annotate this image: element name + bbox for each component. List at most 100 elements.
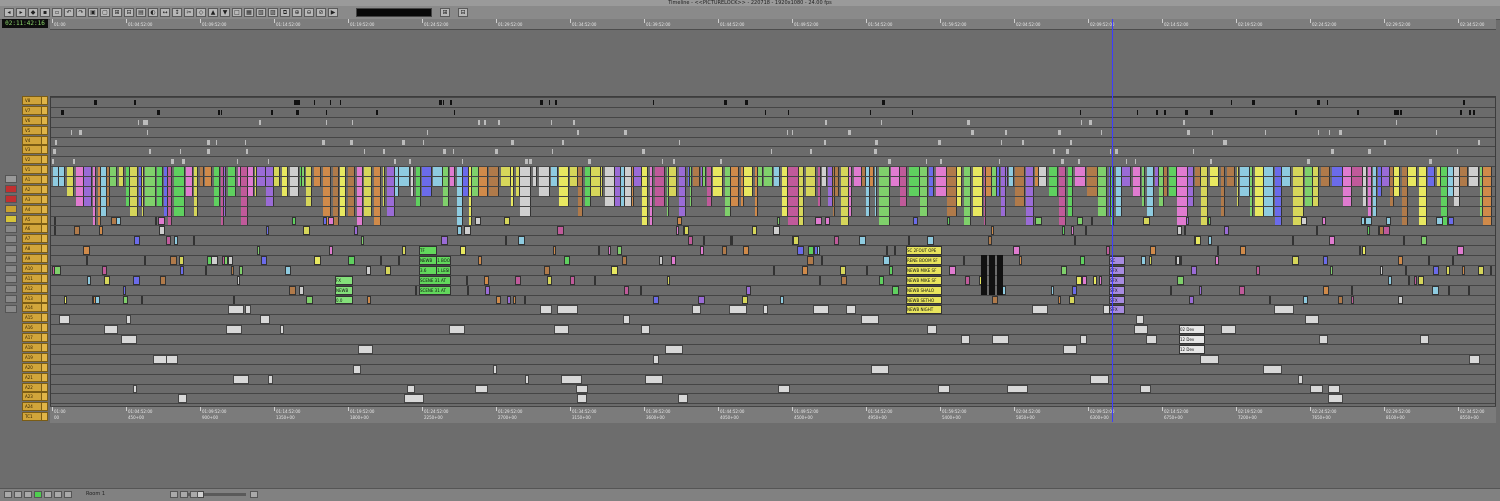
timeline-clip[interactable] [926, 159, 927, 165]
timeline-clip[interactable] [1019, 256, 1022, 265]
timeline-clip[interactable] [642, 196, 648, 206]
bottom-bar-button[interactable] [44, 491, 52, 498]
timeline-clip[interactable] [547, 275, 552, 285]
track-monitor-toggle[interactable] [41, 343, 48, 352]
timeline-clip[interactable] [879, 216, 890, 226]
timeline-clip[interactable] [1022, 139, 1024, 145]
timeline-clip[interactable] [1068, 167, 1073, 177]
timeline-clip[interactable] [1087, 177, 1098, 186]
timeline-clip[interactable] [241, 206, 248, 216]
timeline-clip[interactable] [788, 216, 799, 226]
timeline-clip[interactable] [806, 186, 816, 196]
timeline-clip[interactable] [713, 177, 723, 186]
yellow-clip[interactable]: NEWB MIKE SF [906, 275, 942, 285]
timeline-clip[interactable] [518, 236, 525, 246]
timeline-clip[interactable] [1217, 246, 1219, 256]
timeline-clip[interactable] [1351, 285, 1353, 295]
timeline-clip[interactable] [551, 177, 558, 186]
timeline-clip[interactable] [333, 186, 339, 196]
timeline-clip[interactable] [1212, 129, 1213, 135]
toolbar-button[interactable]: ⊟ [458, 8, 468, 17]
timeline-clip[interactable] [690, 167, 692, 177]
timeline-clip[interactable] [357, 167, 363, 177]
timeline-clip[interactable] [889, 265, 893, 275]
timeline-clip[interactable] [239, 265, 243, 275]
timeline-clip[interactable] [387, 186, 395, 196]
timeline-clip[interactable] [1255, 167, 1264, 177]
timeline-clip[interactable] [404, 394, 424, 404]
timeline-clip[interactable] [93, 216, 96, 226]
timeline-clip[interactable] [642, 177, 648, 186]
bottom-bar-button[interactable] [170, 491, 178, 498]
timeline-clip[interactable] [683, 226, 685, 236]
timeline-clip[interactable] [818, 196, 821, 206]
timeline-clip[interactable] [340, 177, 346, 186]
timeline-clip[interactable] [357, 177, 363, 186]
timeline-clip[interactable] [1159, 196, 1164, 206]
timeline-clip[interactable] [157, 177, 163, 186]
timeline-clip[interactable] [1009, 177, 1014, 186]
timeline-clip[interactable] [1362, 246, 1366, 256]
timeline-clip[interactable] [841, 177, 849, 186]
yellow-clip[interactable]: SC 2FOUT OPE [906, 246, 942, 256]
timeline-clip[interactable] [186, 186, 193, 196]
timeline-clip[interactable] [296, 109, 299, 115]
track-monitor-toggle[interactable] [41, 244, 48, 254]
timeline-clip[interactable] [302, 177, 305, 186]
timeline-clip[interactable] [1026, 177, 1034, 186]
timeline-clip[interactable] [1454, 186, 1460, 196]
timeline-clip[interactable] [1388, 275, 1392, 285]
timeline-clip[interactable] [357, 216, 363, 226]
timeline-clip[interactable] [1255, 177, 1264, 186]
timeline-clip[interactable] [1187, 129, 1190, 135]
timeline-clip[interactable] [143, 119, 146, 125]
timeline-clip[interactable] [1469, 354, 1480, 364]
timeline-clip[interactable] [123, 295, 128, 305]
timeline-clip[interactable] [642, 167, 648, 177]
timeline-clip[interactable] [778, 384, 790, 394]
timeline-clip[interactable] [86, 256, 88, 265]
timeline-clip[interactable] [1136, 315, 1144, 325]
timeline-clip[interactable] [908, 236, 910, 246]
timeline-clip[interactable] [525, 374, 529, 384]
timeline-clip[interactable] [1293, 167, 1304, 177]
timeline-clip[interactable] [1250, 177, 1253, 186]
timeline-clip[interactable] [724, 100, 727, 105]
timeline-clip[interactable] [1149, 256, 1152, 265]
timeline-clip[interactable] [1274, 305, 1294, 315]
timeline-clip[interactable] [174, 236, 178, 246]
timeline-clip[interactable] [1085, 226, 1087, 236]
timeline-clip[interactable] [228, 167, 236, 177]
track-monitor-toggle[interactable] [41, 283, 48, 293]
timeline-clip[interactable] [1133, 186, 1141, 196]
timeline-clip[interactable] [1382, 167, 1390, 177]
timeline-clip[interactable] [357, 206, 363, 216]
timeline-clip[interactable] [207, 139, 210, 145]
timeline-clip[interactable] [1098, 186, 1107, 196]
timeline-clip[interactable] [374, 196, 381, 206]
timeline-clip[interactable] [326, 109, 327, 115]
timeline-clip[interactable] [101, 206, 107, 216]
timeline-clip[interactable] [752, 226, 757, 236]
timeline-clip[interactable] [1199, 285, 1202, 295]
fx-clip[interactable]: FX [335, 275, 353, 285]
toolbar-button[interactable]: ⊞ [440, 8, 450, 17]
timeline-clip[interactable] [248, 177, 254, 186]
timeline-clip[interactable] [773, 265, 775, 275]
timeline-clip[interactable] [147, 129, 148, 135]
toolbar-button[interactable]: ⊖ [304, 8, 314, 17]
timeline-clip[interactable] [539, 186, 550, 196]
timeline-clip[interactable] [1032, 305, 1048, 315]
timeline-clip[interactable] [142, 177, 144, 186]
timeline-clip[interactable] [746, 285, 751, 295]
timeline-clip[interactable] [1419, 186, 1427, 196]
timeline-clip[interactable] [323, 167, 331, 177]
timeline-clip[interactable] [1316, 226, 1318, 236]
timeline-clip[interactable] [1368, 167, 1372, 177]
timeline-clip[interactable] [1408, 167, 1417, 177]
timeline-clip[interactable] [1177, 196, 1188, 206]
timeline-clip[interactable] [1398, 295, 1403, 305]
timeline-clip[interactable] [323, 186, 331, 196]
timeline-clip[interactable] [788, 109, 789, 115]
timeline-clip[interactable] [1298, 374, 1303, 384]
